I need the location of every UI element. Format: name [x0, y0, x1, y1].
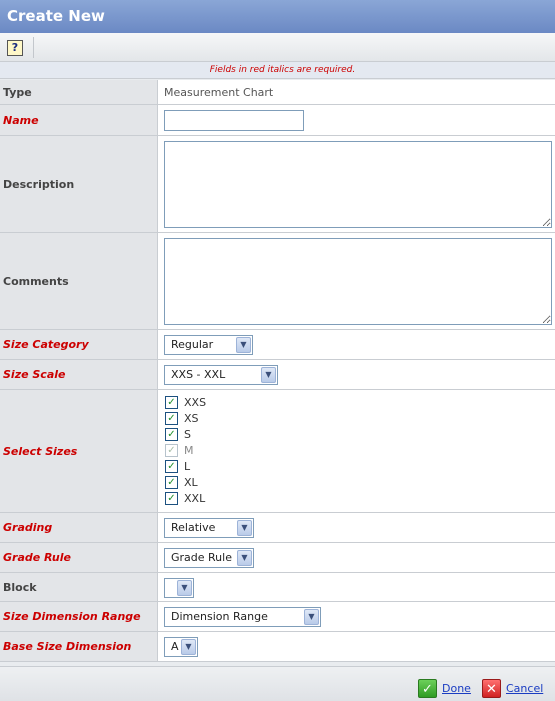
comments-textarea[interactable] — [164, 238, 552, 325]
size-category-value: Regular — [171, 338, 214, 351]
size-scale-value: XXS - XXL — [171, 368, 226, 381]
description-textarea[interactable] — [164, 141, 552, 228]
grade-rule-select[interactable]: Grade Rule ▼ — [164, 548, 254, 568]
create-form: Type Measurement Chart Name Description … — [0, 80, 555, 662]
cancel-button[interactable]: ✕ Cancel — [482, 679, 543, 698]
size-option[interactable]: ✓ XXS — [165, 394, 206, 410]
required-fields-note: Fields in red italics are required. — [0, 62, 555, 79]
grading-select[interactable]: Relative ▼ — [164, 518, 254, 538]
size-checkbox[interactable]: ✓ — [165, 427, 178, 441]
size-option-label: L — [184, 459, 191, 473]
toolbar-separator — [33, 37, 34, 58]
row-size-dimension-range: Size Dimension Range Dimension Range ▼ — [0, 602, 555, 632]
base-size-dimension-value: A — [171, 640, 179, 653]
size-dimension-range-select[interactable]: Dimension Range ▼ — [164, 607, 321, 627]
chevron-down-icon: ▼ — [237, 550, 252, 566]
block-select[interactable]: ▼ — [164, 578, 194, 598]
comments-label: Comments — [0, 233, 158, 329]
block-label: Block — [0, 573, 158, 601]
row-grading: Grading Relative ▼ — [0, 513, 555, 543]
size-category-select[interactable]: Regular ▼ — [164, 335, 253, 355]
grade-rule-value: Grade Rule — [171, 551, 232, 564]
done-link[interactable]: Done — [442, 682, 471, 695]
done-button[interactable]: ✓ Done — [418, 679, 471, 698]
toolbar: ? — [0, 33, 555, 62]
row-comments: Comments — [0, 233, 555, 330]
size-dimension-range-label: Size Dimension Range — [0, 602, 158, 631]
chevron-down-icon: ▼ — [236, 337, 251, 353]
size-option-label: S — [184, 427, 191, 441]
name-label: Name — [0, 105, 158, 135]
size-option[interactable]: ✓ XL — [165, 474, 198, 490]
help-icon[interactable]: ? — [7, 40, 23, 56]
size-checkbox-list: ✓ XXS ✓ XS ✓ S ✓ M ✓ L ✓ XL ✓ XXL — [159, 390, 555, 512]
row-size-scale: Size Scale XXS - XXL ▼ — [0, 360, 555, 390]
grading-value: Relative — [171, 521, 216, 534]
size-dimension-range-value: Dimension Range — [171, 610, 268, 623]
chevron-down-icon: ▼ — [261, 367, 276, 383]
size-checkbox: ✓ — [165, 443, 178, 457]
size-option: ✓ M — [165, 442, 194, 458]
row-name: Name — [0, 105, 555, 136]
size-option-label: XS — [184, 411, 199, 425]
size-checkbox[interactable]: ✓ — [165, 491, 178, 505]
row-type: Type Measurement Chart — [0, 80, 555, 105]
size-option[interactable]: ✓ S — [165, 426, 191, 442]
chevron-down-icon: ▼ — [177, 580, 192, 596]
base-size-dimension-select[interactable]: A ▼ — [164, 637, 198, 657]
size-scale-select[interactable]: XXS - XXL ▼ — [164, 365, 278, 385]
size-option[interactable]: ✓ XXL — [165, 490, 205, 506]
chevron-down-icon: ▼ — [181, 639, 196, 655]
close-icon: ✕ — [482, 679, 501, 698]
row-grade-rule: Grade Rule Grade Rule ▼ — [0, 543, 555, 573]
row-size-category: Size Category Regular ▼ — [0, 330, 555, 360]
footer: ✓ Done ✕ Cancel — [0, 666, 555, 701]
cancel-link[interactable]: Cancel — [506, 682, 543, 695]
size-option-label: M — [184, 443, 194, 457]
type-value: Measurement Chart — [164, 86, 274, 99]
chevron-down-icon: ▼ — [237, 520, 252, 536]
size-option[interactable]: ✓ XS — [165, 410, 199, 426]
description-label: Description — [0, 136, 158, 232]
size-checkbox[interactable]: ✓ — [165, 459, 178, 473]
checkmark-icon: ✓ — [418, 679, 437, 698]
size-option-label: XL — [184, 475, 198, 489]
row-select-sizes: Select Sizes ✓ XXS ✓ XS ✓ S ✓ M ✓ L ✓ XL… — [0, 390, 555, 513]
size-option-label: XXS — [184, 395, 207, 409]
grading-label: Grading — [0, 513, 158, 542]
size-checkbox[interactable]: ✓ — [165, 395, 178, 409]
size-scale-label: Size Scale — [0, 360, 158, 389]
size-option[interactable]: ✓ L — [165, 458, 190, 474]
size-checkbox[interactable]: ✓ — [165, 475, 178, 489]
base-size-dimension-label: Base Size Dimension — [0, 632, 158, 661]
size-checkbox[interactable]: ✓ — [165, 411, 178, 425]
size-category-label: Size Category — [0, 330, 158, 359]
size-option-label: XXL — [184, 491, 206, 505]
window-title: Create New — [0, 0, 555, 33]
row-description: Description — [0, 136, 555, 233]
row-base-size-dimension: Base Size Dimension A ▼ — [0, 632, 555, 662]
select-sizes-label: Select Sizes — [0, 390, 158, 512]
grade-rule-label: Grade Rule — [0, 543, 158, 572]
type-label: Type — [0, 80, 158, 104]
chevron-down-icon: ▼ — [304, 609, 319, 625]
name-input[interactable] — [164, 110, 304, 131]
row-block: Block ▼ — [0, 573, 555, 602]
